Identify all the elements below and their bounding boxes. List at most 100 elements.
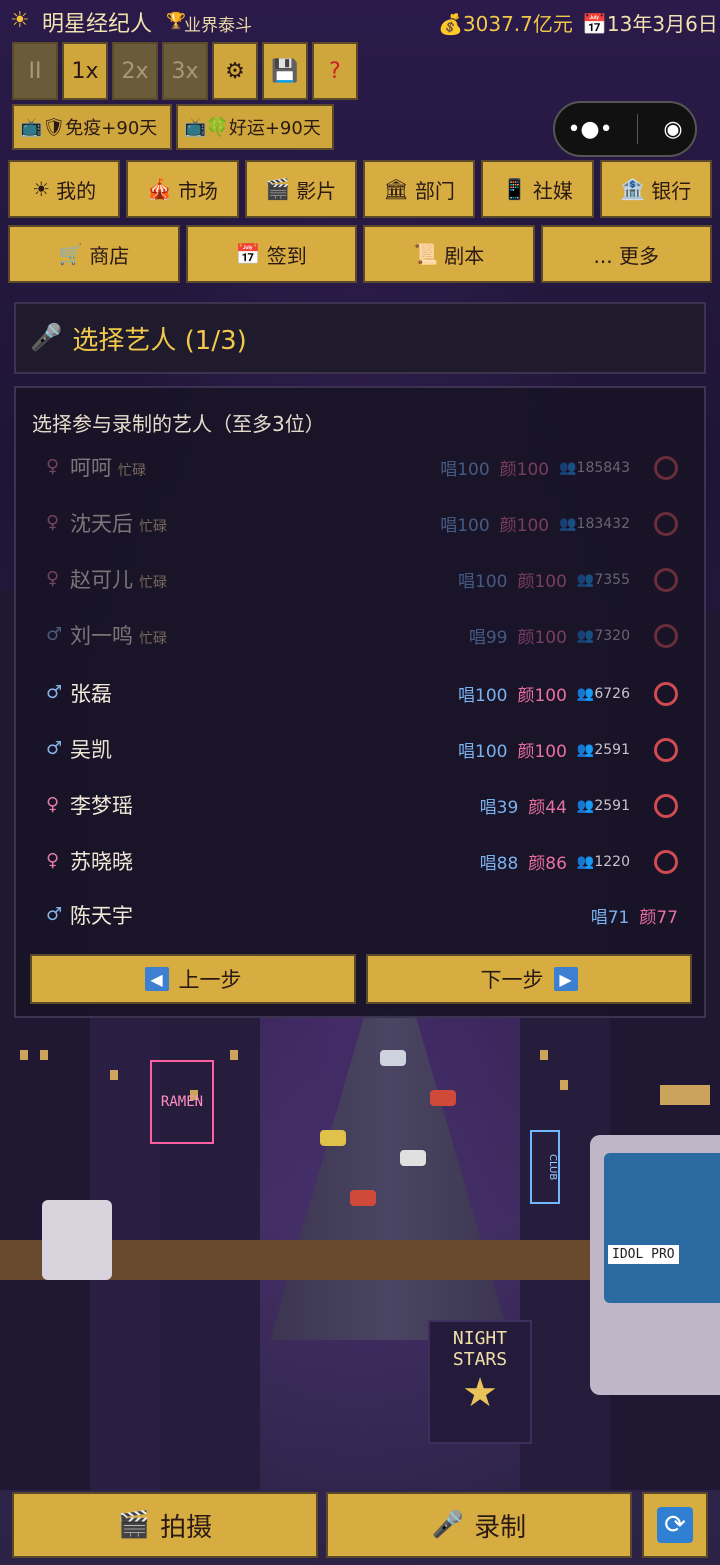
tv-icon: 📺	[184, 116, 207, 138]
more-dots-icon[interactable]: •●•	[567, 117, 612, 142]
calendar-icon: 📅	[235, 242, 261, 266]
refresh-button[interactable]: ⟳	[642, 1492, 708, 1558]
car	[400, 1150, 426, 1166]
artist-row[interactable]: ♀ 呵呵 忙碌 唱100 颜100 👥185843	[32, 440, 692, 496]
select-radio[interactable]	[654, 623, 678, 648]
clapperboard-icon: 🎬	[117, 1510, 151, 1540]
artist-stats: 唱100 颜100 👥183432	[440, 511, 678, 536]
nav-market[interactable]: 🎪 市场	[126, 160, 239, 218]
fans-icon: 👥	[559, 459, 577, 476]
prev-step-button[interactable]: ◀ 上一步	[30, 954, 356, 1004]
buff-luck[interactable]: 📺 🍀 好运+90天	[176, 104, 334, 150]
fans-icon: 👥	[576, 685, 595, 702]
select-radio[interactable]	[654, 681, 678, 706]
look-stat: 颜86	[528, 854, 567, 874]
artist-name-text: 刘一鸣	[70, 624, 133, 648]
record-button[interactable]: 🎤 录制	[326, 1492, 632, 1558]
close-target-icon[interactable]: ◉	[663, 117, 682, 142]
buff-label: 好运+90天	[228, 118, 321, 139]
ramen-sign: RAMEN	[150, 1060, 214, 1144]
clapperboard-icon: 🎬	[265, 177, 291, 201]
speed-3x-button[interactable]: 3x	[162, 42, 208, 100]
artist-row[interactable]: ♀ 李梦瑶 唱39 颜44 👥2591	[32, 778, 692, 834]
next-step-label: 下一步	[480, 968, 544, 992]
nav-label: 我的	[56, 178, 97, 203]
artist-row[interactable]: ♂ 吴凯 唱100 颜100 👥2591	[32, 722, 692, 778]
fans-icon: 👥	[576, 853, 595, 870]
speed-1x-button[interactable]: 1x	[62, 42, 108, 100]
car	[320, 1130, 346, 1146]
save-button[interactable]: 💾	[262, 42, 308, 100]
nav-social[interactable]: 📱 社媒	[481, 160, 594, 218]
bank-icon: 🏦	[620, 177, 646, 201]
question-icon: ?	[329, 58, 341, 84]
nav-more[interactable]: ... 更多	[540, 225, 712, 283]
sun-icon: ☀	[32, 177, 51, 201]
poster-line: NIGHT	[452, 1328, 508, 1349]
artist-stats: 唱99 颜100 👥7320	[469, 623, 678, 648]
nav-scripts[interactable]: 📜 剧本	[363, 225, 535, 283]
divider	[637, 114, 639, 144]
select-radio[interactable]	[654, 793, 678, 818]
artist-row[interactable]: ♀ 赵可儿 忙碌 唱100 颜100 👥7355	[32, 552, 692, 608]
status-bar: ☀ 明星经纪人 🏆 业界泰斗 💰3037.7亿元 📅13年3月6日	[0, 0, 720, 40]
male-icon: ♂	[46, 624, 63, 645]
fans-icon: 👥	[576, 571, 595, 588]
prev-step-label: 上一步	[178, 968, 242, 992]
shoot-button[interactable]: 🎬 拍摄	[12, 1492, 318, 1558]
select-radio[interactable]	[654, 511, 678, 536]
artist-name: 苏晓晓	[70, 846, 133, 876]
sing-stat: 唱100	[458, 742, 508, 762]
look-stat: 颜100	[517, 628, 567, 648]
nav-films[interactable]: 🎬 影片	[244, 160, 357, 218]
artist-row[interactable]: ♂ 张磊 唱100 颜100 👥6726	[32, 666, 692, 722]
settings-button[interactable]: ⚙	[212, 42, 258, 100]
artist-row[interactable]: ♀ 沈天后 忙碌 唱100 颜100 👥183432	[32, 496, 692, 552]
sing-stat: 唱100	[458, 572, 508, 592]
help-button[interactable]: ?	[312, 42, 358, 100]
fans-stat: 👥6726	[577, 686, 630, 702]
artist-stats: 唱100 颜100 👥2591	[458, 737, 678, 762]
artist-row[interactable]: ♂ 陈天宇 唱71 颜77	[32, 888, 692, 944]
artist-name-text: 张磊	[70, 682, 112, 706]
nav-label: 剧本	[444, 243, 485, 268]
pause-button[interactable]: II	[12, 42, 58, 100]
artist-name: 赵可儿 忙碌	[70, 564, 167, 594]
fans-count: 2591	[594, 741, 630, 758]
female-icon: ♀	[46, 794, 60, 815]
select-radio[interactable]	[654, 455, 678, 480]
select-radio[interactable]	[654, 567, 678, 592]
nav-label: 部门	[414, 178, 455, 203]
select-radio[interactable]	[654, 849, 678, 874]
nav-mine[interactable]: ☀ 我的	[8, 160, 121, 218]
fans-icon: 👥	[576, 741, 595, 758]
look-stat: 颜100	[499, 516, 550, 536]
phone-icon: 📱	[502, 177, 527, 201]
buff-immunity[interactable]: 📺 🛡 免疫+90天	[12, 104, 172, 150]
artist-name-text: 吴凯	[70, 738, 112, 762]
sing-stat: 唱100	[458, 686, 508, 706]
nav-shop[interactable]: 🛒 商店	[8, 225, 180, 283]
nav-bank[interactable]: 🏦 银行	[599, 160, 712, 218]
fans-stat: 👥2591	[577, 798, 630, 814]
artist-name: 陈天宇	[70, 900, 133, 930]
female-icon: ♀	[46, 512, 60, 533]
nav-row-2: 🛒 商店 📅 签到 📜 剧本 ... 更多	[0, 225, 720, 283]
next-step-button[interactable]: 下一步 ▶	[366, 954, 692, 1004]
money-display: 💰3037.7亿元	[438, 8, 573, 37]
nav-label: 银行	[651, 178, 692, 203]
select-radio[interactable]	[654, 737, 678, 762]
cart-icon: 🛒	[58, 242, 84, 266]
nav-departments[interactable]: 🏛 部门	[362, 160, 476, 218]
nav-checkin[interactable]: 📅 签到	[185, 225, 357, 283]
artist-row[interactable]: ♂ 刘一鸣 忙碌 唱99 颜100 👥7320	[32, 608, 692, 664]
fans-stat: 👥183432	[559, 516, 630, 532]
app-title: 明星经纪人	[42, 12, 153, 37]
miniprogram-capsule: •●• ◉	[553, 101, 697, 157]
sing-stat: 唱39	[479, 798, 519, 818]
speed-2x-button[interactable]: 2x	[112, 42, 158, 100]
artist-row[interactable]: ♀ 苏晓晓 唱88 颜86 👥1220	[32, 834, 692, 890]
fans-stat: 👥2591	[577, 742, 630, 758]
sing-stat: 唱99	[468, 628, 508, 648]
building-icon: 🏛	[383, 177, 409, 201]
